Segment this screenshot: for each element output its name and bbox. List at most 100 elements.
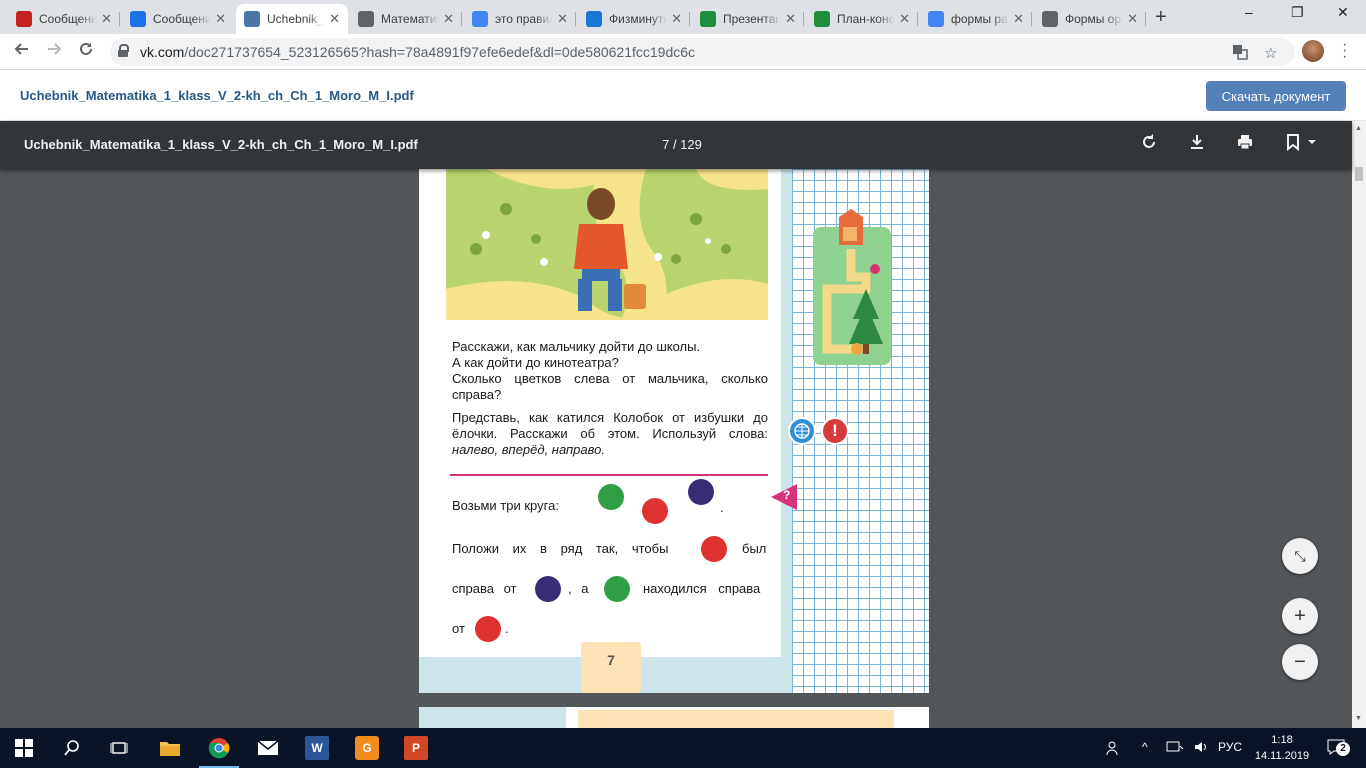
- forward-button[interactable]: [46, 41, 62, 62]
- task-located-right-text: находился справа: [643, 581, 761, 596]
- close-tab-icon[interactable]: ✕: [215, 11, 226, 27]
- file-explorer-icon[interactable]: [158, 736, 182, 760]
- url-text[interactable]: vk.com/doc271737654_523126565?hash=78a48…: [140, 44, 695, 60]
- profile-avatar[interactable]: [1302, 40, 1324, 62]
- red-circle: [701, 536, 727, 562]
- people-icon[interactable]: [1106, 740, 1122, 759]
- browser-tab[interactable]: Формы организации ✕: [1034, 4, 1146, 34]
- pdf-viewport[interactable]: Расскажи, как мальчику дойти до школы. А…: [0, 169, 1352, 728]
- vk-icon: [244, 11, 260, 27]
- download-document-button[interactable]: Скачать документ: [1206, 81, 1346, 111]
- question-line: Расскажи, как мальчику дойти до школы.: [452, 339, 701, 354]
- url-domain: vk.com: [140, 44, 185, 60]
- browser-tab[interactable]: Физминутки✕: [578, 4, 690, 34]
- browser-toolbar: vk.com/doc271737654_523126565?hash=78a48…: [0, 34, 1366, 70]
- print-icon[interactable]: [1236, 133, 1254, 156]
- tab-title: это правильно: [495, 12, 554, 26]
- browser-tab[interactable]: Математика ✕: [350, 4, 462, 34]
- page-number-tab: 7: [581, 642, 641, 693]
- google-icon: [472, 11, 488, 27]
- close-tab-icon[interactable]: ✕: [1013, 11, 1024, 27]
- rotate-icon[interactable]: [1140, 133, 1158, 156]
- browser-tab[interactable]: это правильно✕: [464, 4, 576, 34]
- back-arrow-icon: [14, 43, 28, 55]
- mail-icon[interactable]: [256, 736, 280, 760]
- new-tab-button[interactable]: +: [1155, 6, 1167, 29]
- browser-tab[interactable]: Сообщения✕: [122, 4, 234, 34]
- red-square-icon: [16, 11, 32, 27]
- tab-separator: [575, 12, 576, 26]
- close-tab-icon[interactable]: ✕: [443, 11, 454, 27]
- powerpoint-icon[interactable]: P: [404, 736, 428, 760]
- pdf-app-icon[interactable]: G: [355, 736, 379, 760]
- green-circle: [598, 484, 624, 510]
- globe-icon: [788, 417, 816, 445]
- browser-tab[interactable]: Сообщения✕: [8, 4, 120, 34]
- browser-tab[interactable]: формы работы ✕: [920, 4, 1032, 34]
- bookmark-star-icon[interactable]: ☆: [1264, 44, 1277, 62]
- close-tab-icon[interactable]: ✕: [785, 11, 796, 27]
- doc-filename-link[interactable]: Uchebnik_Matematika_1_klass_V_2-kh_ch_Ch…: [20, 88, 414, 103]
- zoom-in-button[interactable]: +: [1282, 598, 1318, 634]
- check-icon: [814, 11, 830, 27]
- red-circle: [642, 498, 668, 524]
- task-view-icon[interactable]: [107, 736, 131, 760]
- scroll-up-arrow-icon[interactable]: ▲: [1355, 125, 1362, 132]
- task-end-period: .: [505, 621, 509, 636]
- chrome-menu-icon[interactable]: · · ·: [1342, 37, 1347, 65]
- tab-strip: Сообщения✕Сообщения✕Uchebnik_Matematika✕…: [0, 0, 1366, 34]
- back-button[interactable]: [14, 41, 30, 62]
- path-map-illustration: [811, 209, 891, 367]
- url-path: /doc271737654_523126565?hash=78a4891f97e…: [184, 44, 696, 60]
- lock-icon[interactable]: [118, 44, 129, 57]
- browser-tab[interactable]: Uchebnik_Matematika ✕: [236, 4, 348, 34]
- clock-date: 14.11.2019: [1254, 750, 1310, 762]
- address-bar[interactable]: vk.com/doc271737654_523126565?hash=78a48…: [110, 38, 1295, 66]
- scroll-thumb[interactable]: [1355, 167, 1363, 181]
- tab-title: Сообщения: [153, 12, 212, 26]
- pdf-page-8-preview: [419, 707, 929, 728]
- chrome-icon[interactable]: [207, 736, 231, 760]
- tab-separator: [119, 12, 120, 26]
- close-tab-icon[interactable]: ✕: [1127, 11, 1138, 27]
- red-circle: [475, 616, 501, 642]
- zoom-out-button[interactable]: −: [1282, 644, 1318, 680]
- book-icon: [586, 11, 602, 27]
- vk-doc-header: Uchebnik_Matematika_1_klass_V_2-kh_ch_Ch…: [0, 70, 1366, 121]
- word-icon[interactable]: W: [305, 736, 329, 760]
- windows-start-icon[interactable]: [12, 736, 36, 760]
- download-icon[interactable]: [1188, 133, 1206, 156]
- pdf-toolbar: Uchebnik_Matematika_1_klass_V_2-kh_ch_Ch…: [0, 121, 1352, 169]
- tab-separator: [689, 12, 690, 26]
- close-tab-icon[interactable]: ✕: [101, 11, 112, 27]
- reload-button[interactable]: [78, 41, 94, 62]
- bookmark-icon[interactable]: [1284, 133, 1320, 156]
- check-icon: [700, 11, 716, 27]
- tab-separator: [1145, 12, 1146, 26]
- close-tab-icon[interactable]: ✕: [329, 11, 340, 27]
- search-icon[interactable]: [60, 736, 84, 760]
- task-and-text: , а: [568, 581, 589, 596]
- tab-separator: [917, 12, 918, 26]
- translate-icon[interactable]: [1232, 44, 1248, 64]
- volume-icon[interactable]: [1194, 740, 1210, 757]
- tab-separator: [1031, 12, 1032, 26]
- browser-tab[interactable]: Презентация✕: [692, 4, 804, 34]
- network-icon[interactable]: [1166, 740, 1184, 757]
- close-tab-icon[interactable]: ✕: [899, 11, 910, 27]
- minimize-button[interactable]: –: [1245, 4, 1253, 20]
- close-window-button[interactable]: ✕: [1337, 4, 1349, 21]
- browser-tab[interactable]: План-конспект ✕: [806, 4, 918, 34]
- maximize-button[interactable]: ❐: [1291, 4, 1304, 21]
- task-right-of-text: справа от: [452, 581, 517, 596]
- close-tab-icon[interactable]: ✕: [557, 11, 568, 27]
- input-language[interactable]: РУС: [1218, 740, 1242, 754]
- scroll-down-arrow-icon[interactable]: ▼: [1355, 715, 1362, 722]
- vertical-scrollbar[interactable]: ▲ ▼: [1352, 121, 1366, 728]
- show-hidden-icons-chevron-icon[interactable]: ^: [1142, 740, 1148, 754]
- fit-page-button[interactable]: ⤡: [1282, 538, 1318, 574]
- system-clock[interactable]: 1:18 14.11.2019: [1254, 732, 1310, 764]
- purple-circle: [688, 479, 714, 505]
- close-tab-icon[interactable]: ✕: [671, 11, 682, 27]
- page-indicator[interactable]: 7 / 129: [640, 137, 724, 152]
